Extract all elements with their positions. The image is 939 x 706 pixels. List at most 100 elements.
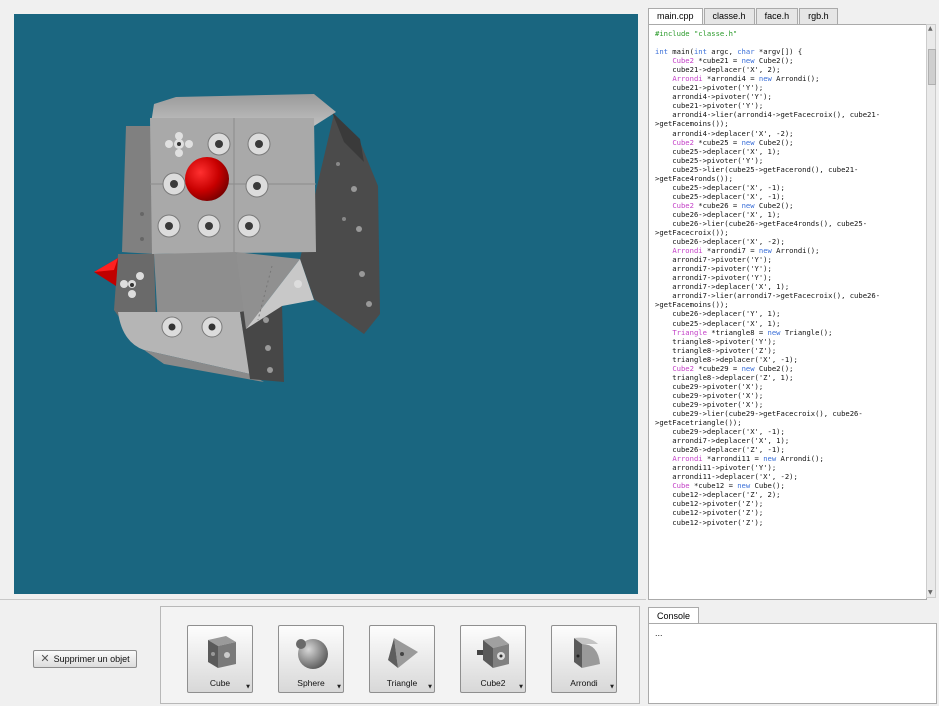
palette-item-cube[interactable]: Cube ▼: [187, 625, 253, 693]
code-line[interactable]: arrondi7->deplacer('X', 1);: [655, 436, 926, 445]
code-line[interactable]: arrondi11->pivoter('Y');: [655, 463, 926, 472]
code-line[interactable]: cube21->deplacer('X', 2);: [655, 65, 926, 74]
code-line[interactable]: #include "classe.h": [655, 29, 926, 38]
object-palette: Cube ▼ Sphere ▼ Triangle ▼ Cube2 ▼ Arron…: [160, 606, 640, 704]
chevron-down-icon[interactable]: ▼: [519, 684, 523, 690]
code-line[interactable]: cube26->lier(cube26->getFace4ronds(), cu…: [655, 219, 926, 228]
code-line[interactable]: arrondi11->deplacer('X', -2);: [655, 472, 926, 481]
chevron-down-icon[interactable]: ▼: [337, 684, 341, 690]
code-line[interactable]: cube29->pivoter('X');: [655, 391, 926, 400]
scroll-down-icon[interactable]: ▼: [928, 590, 933, 596]
tab-console[interactable]: Console: [648, 607, 700, 624]
scroll-up-icon[interactable]: ▲: [928, 26, 933, 32]
palette-item-sphere[interactable]: Sphere ▼: [278, 625, 344, 693]
code-editor[interactable]: #include "classe.h" int main(int argc, c…: [648, 24, 927, 600]
chevron-down-icon[interactable]: ▼: [246, 684, 250, 690]
code-line[interactable]: triangle8->pivoter('Y');: [655, 337, 926, 346]
code-line[interactable]: cube26->deplacer('Z', -1);: [655, 445, 926, 454]
code-line[interactable]: cube25->pivoter('Y');: [655, 156, 926, 165]
code-line[interactable]: cube25->lier(cube25->getFacerond(), cube…: [655, 165, 926, 174]
code-line[interactable]: cube29->deplacer('X', -1);: [655, 427, 926, 436]
code-editor-panel: main.cpp classe.h face.h rgb.h #include …: [648, 8, 937, 600]
3d-viewport[interactable]: [14, 14, 638, 594]
code-line[interactable]: cube29->pivoter('X');: [655, 400, 926, 409]
palette-item-label: Triangle: [386, 678, 418, 688]
delete-object-label: Supprimer un objet: [53, 654, 130, 664]
code-line[interactable]: >getFacecroix());: [655, 228, 926, 237]
cube2-front-face[interactable]: [150, 118, 316, 254]
scrollbar-thumb[interactable]: [928, 49, 936, 85]
code-line[interactable]: cube26->deplacer('Y', 1);: [655, 309, 926, 318]
palette-item-cube2[interactable]: Cube2 ▼: [460, 625, 526, 693]
chevron-down-icon[interactable]: ▼: [428, 684, 432, 690]
code-line[interactable]: triangle8->pivoter('Z');: [655, 346, 926, 355]
console-output[interactable]: ...: [648, 623, 937, 704]
triangle-icon: [388, 638, 418, 668]
code-line[interactable]: arrondi7->pivoter('Y');: [655, 273, 926, 282]
divider: [0, 599, 646, 600]
code-line[interactable]: cube29->pivoter('X');: [655, 382, 926, 391]
code-line[interactable]: Cube *cube12 = new Cube();: [655, 481, 926, 490]
code-line[interactable]: cube12->pivoter('Z');: [655, 518, 926, 527]
tab-face-h[interactable]: face.h: [755, 8, 799, 24]
code-line[interactable]: triangle8->deplacer('X', -1);: [655, 355, 926, 364]
code-line[interactable]: cube12->deplacer('Z', 2);: [655, 490, 926, 499]
code-line[interactable]: arrondi7->pivoter('Y');: [655, 264, 926, 273]
code-line[interactable]: Arrondi *arrondi4 = new Arrondi();: [655, 74, 926, 83]
code-line[interactable]: Cube2 *cube25 = new Cube2();: [655, 138, 926, 147]
code-line[interactable]: cube12->pivoter('Z');: [655, 499, 926, 508]
code-line[interactable]: Cube2 *cube26 = new Cube2();: [655, 201, 926, 210]
palette-item-label: Arrondi: [570, 678, 598, 688]
palette-item-label: Cube: [209, 678, 231, 688]
code-line[interactable]: cube21->pivoter('Y');: [655, 101, 926, 110]
red-sphere[interactable]: [185, 157, 229, 201]
code-line[interactable]: cube29->lier(cube29->getFacecroix(), cub…: [655, 409, 926, 418]
console-text: ...: [655, 628, 663, 638]
code-line[interactable]: cube25->deplacer('X', -1);: [655, 192, 926, 201]
palette-item-triangle[interactable]: Triangle ▼: [369, 625, 435, 693]
palette-item-arrondi[interactable]: Arrondi ▼: [551, 625, 617, 693]
code-line[interactable]: cube26->deplacer('X', 1);: [655, 210, 926, 219]
tab-classe-h[interactable]: classe.h: [703, 8, 755, 24]
code-line[interactable]: >getFacemoins());: [655, 119, 926, 128]
delete-object-button[interactable]: ✕ Supprimer un objet: [33, 650, 137, 668]
tab-rgb-h[interactable]: rgb.h: [799, 8, 838, 24]
code-line[interactable]: Cube2 *cube29 = new Cube2();: [655, 364, 926, 373]
code-line[interactable]: int main(int argc, char *argv[]) {: [655, 47, 926, 56]
code-line[interactable]: cube25->deplacer('X', 1);: [655, 319, 926, 328]
arrondi-left[interactable]: [122, 126, 154, 254]
editor-scrollbar[interactable]: ▲ ▼: [926, 24, 936, 598]
cube2-icon: [477, 636, 509, 668]
code-line[interactable]: Triangle *triangle8 = new Triangle();: [655, 328, 926, 337]
code-line[interactable]: Arrondi *arrondi11 = new Arrondi();: [655, 454, 926, 463]
cube-icon: [208, 636, 236, 668]
code-text[interactable]: #include "classe.h" int main(int argc, c…: [649, 25, 926, 527]
code-line[interactable]: cube26->deplacer('X', -2);: [655, 237, 926, 246]
close-icon: ✕: [40, 653, 50, 665]
sphere-icon: [296, 639, 328, 669]
code-line[interactable]: arrondi4->deplacer('X', -2);: [655, 129, 926, 138]
code-line[interactable]: arrondi4->pivoter('Y');: [655, 92, 926, 101]
file-tabs: main.cpp classe.h face.h rgb.h: [648, 8, 839, 25]
code-line[interactable]: arrondi7->lier(arrondi7->getFacecroix(),…: [655, 291, 926, 300]
code-line[interactable]: >getFacemoins());: [655, 300, 926, 309]
console-panel: Console ...: [648, 607, 937, 704]
code-line[interactable]: >getFacetriangle());: [655, 418, 926, 427]
code-line[interactable]: [655, 38, 926, 47]
code-line[interactable]: arrondi4->lier(arrondi4->getFacecroix(),…: [655, 110, 926, 119]
tab-main-cpp[interactable]: main.cpp: [648, 8, 703, 25]
code-line[interactable]: Cube2 *cube21 = new Cube2();: [655, 56, 926, 65]
code-line[interactable]: cube25->deplacer('X', -1);: [655, 183, 926, 192]
chevron-down-icon[interactable]: ▼: [610, 684, 614, 690]
code-line[interactable]: cube12->pivoter('Z');: [655, 508, 926, 517]
code-line[interactable]: triangle8->deplacer('Z', 1);: [655, 373, 926, 382]
palette-item-label: Sphere: [297, 678, 325, 688]
code-line[interactable]: cube25->deplacer('X', 1);: [655, 147, 926, 156]
code-line[interactable]: arrondi7->pivoter('Y');: [655, 255, 926, 264]
code-line[interactable]: cube21->pivoter('Y');: [655, 83, 926, 92]
code-line[interactable]: arrondi7->deplacer('X', 1);: [655, 282, 926, 291]
code-line[interactable]: Arrondi *arrondi7 = new Arrondi();: [655, 246, 926, 255]
code-line[interactable]: >getFace4ronds());: [655, 174, 926, 183]
palette-item-label: Cube2: [480, 678, 506, 688]
3d-scene[interactable]: [14, 14, 638, 594]
